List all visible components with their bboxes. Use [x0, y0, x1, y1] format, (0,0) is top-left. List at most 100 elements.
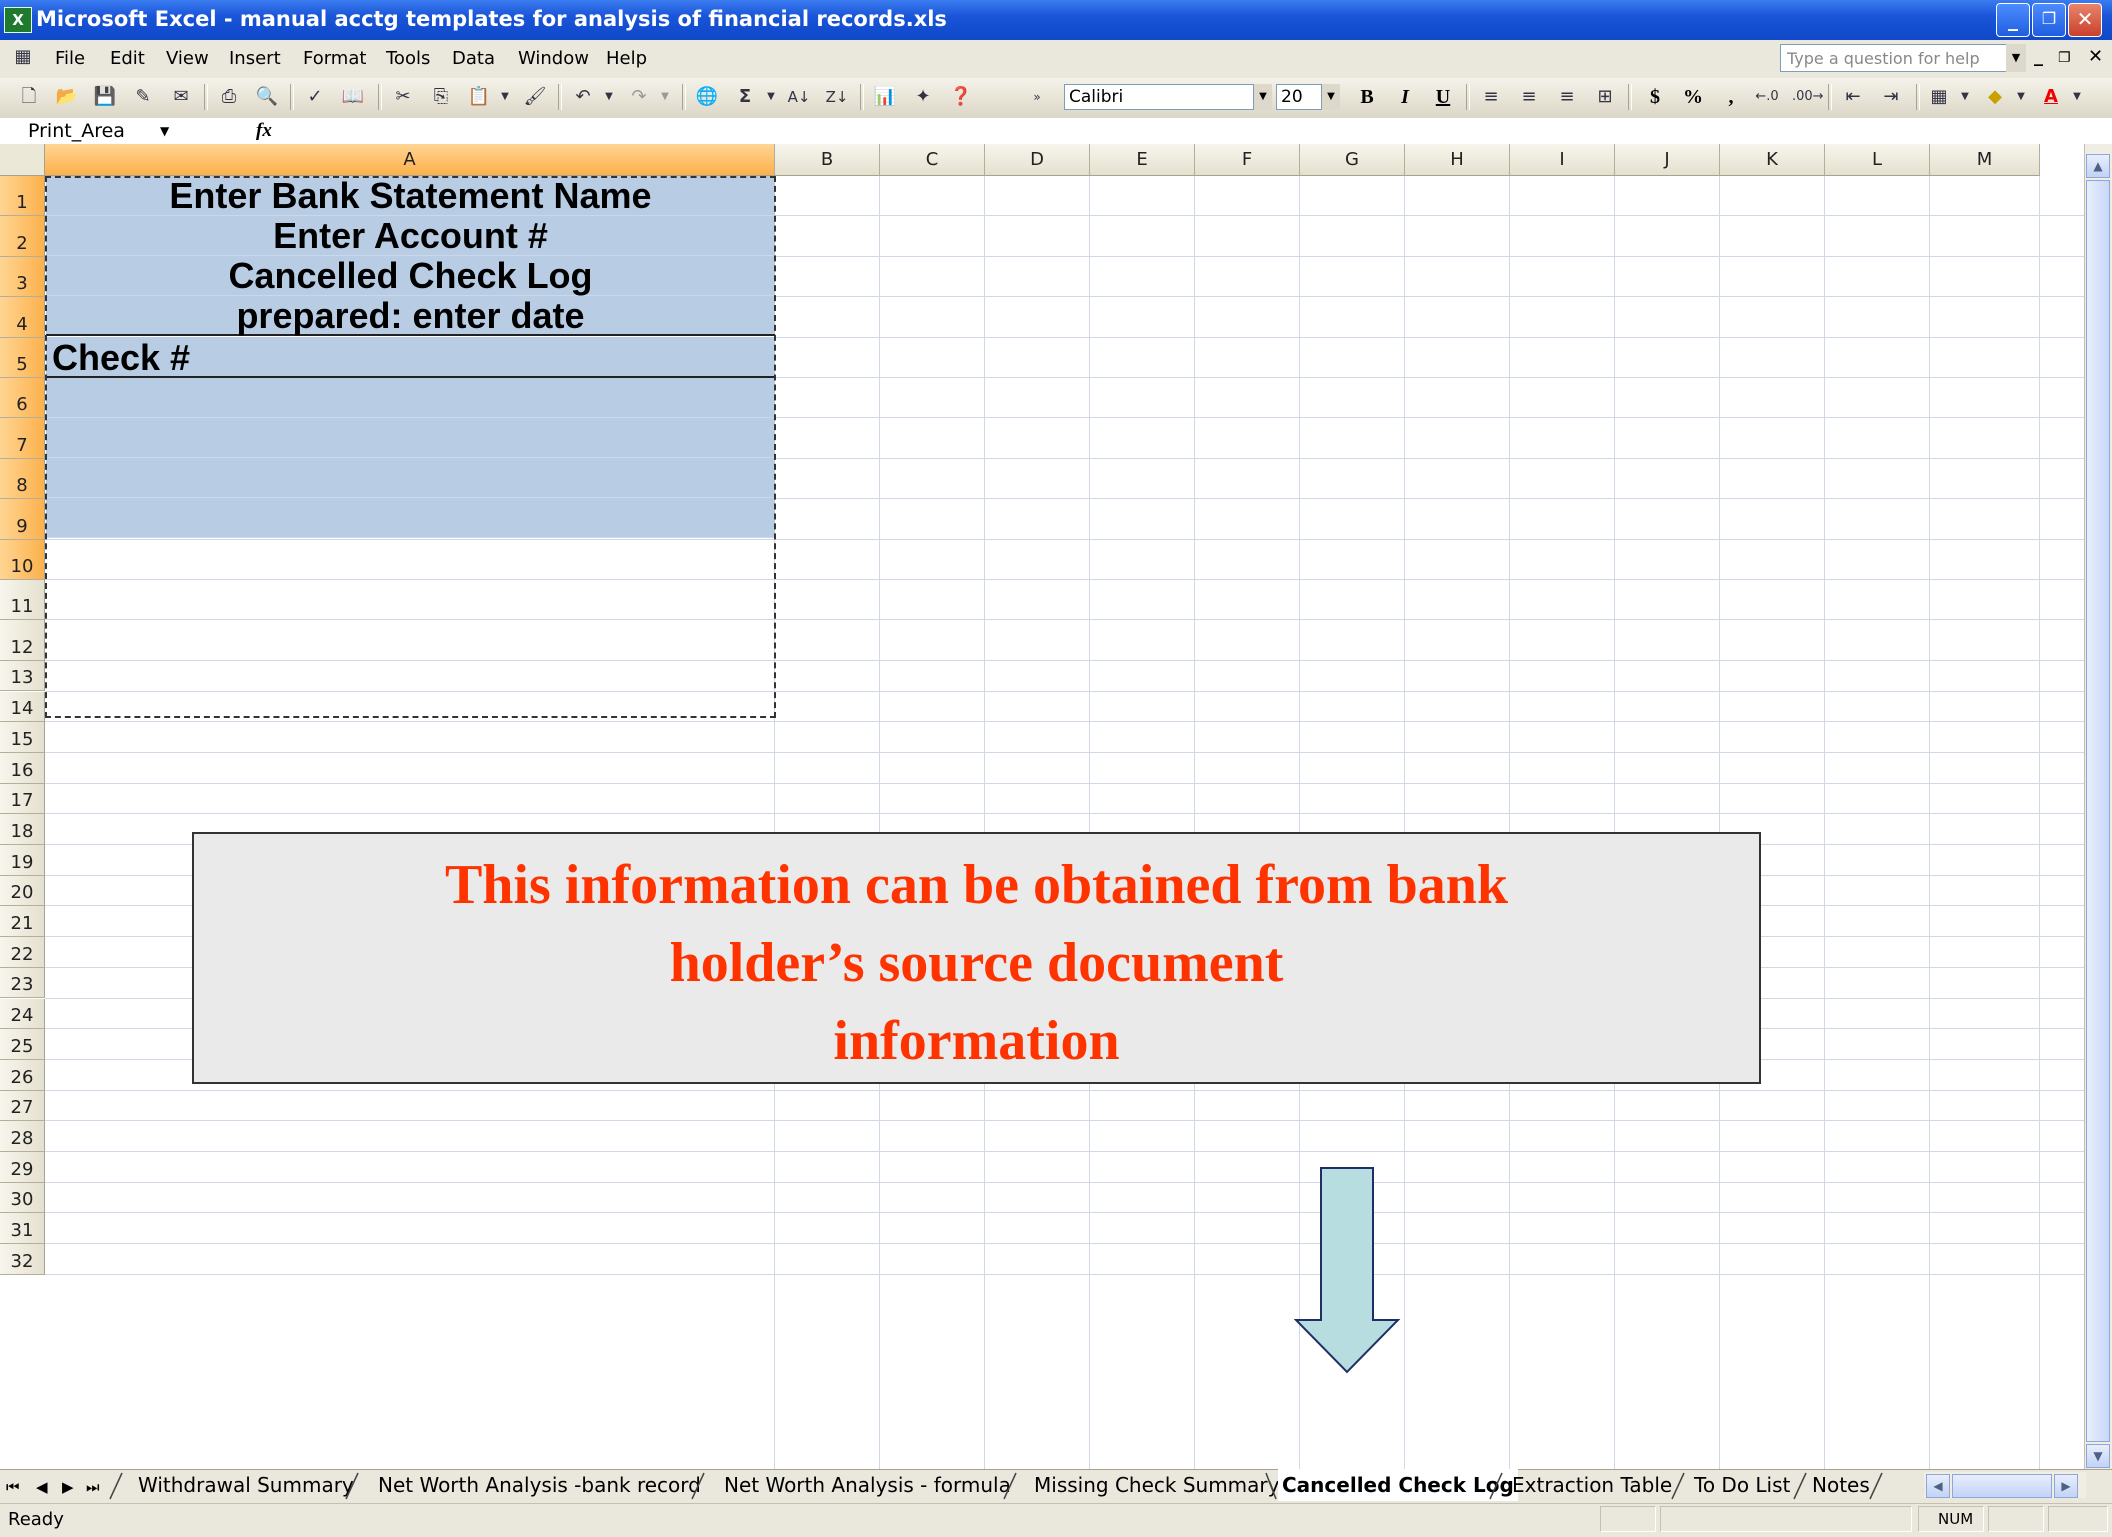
format-painter-icon[interactable]: 🖌 — [522, 84, 548, 110]
fill-color-dropdown-icon[interactable]: ▼ — [2008, 84, 2034, 110]
font-color-dropdown-icon[interactable]: ▼ — [2064, 84, 2090, 110]
ask-question-input[interactable]: Type a question for help — [1780, 44, 2010, 72]
increase-decimal-icon[interactable]: ←.0 — [1754, 84, 1780, 110]
align-center-icon[interactable]: ≡ — [1516, 84, 1542, 110]
row-header[interactable]: 16 — [0, 752, 45, 784]
comma-button[interactable]: , — [1716, 84, 1746, 110]
row-header[interactable]: 31 — [0, 1213, 45, 1245]
email-icon[interactable]: ✉ — [168, 84, 194, 110]
column-header[interactable]: K — [1720, 144, 1825, 176]
workbook-icon[interactable]: ▦ — [10, 44, 36, 70]
open-icon[interactable]: 📂 — [54, 84, 80, 110]
row-header[interactable]: 23 — [0, 967, 45, 999]
column-header[interactable]: B — [775, 144, 880, 176]
row-header[interactable]: 32 — [0, 1244, 45, 1275]
redo-dropdown-icon[interactable]: ▼ — [652, 84, 678, 110]
horizontal-scroll-thumb[interactable] — [1952, 1474, 2052, 1498]
restore-button[interactable]: ❐ — [2032, 3, 2066, 37]
paste-dropdown-icon[interactable]: ▼ — [492, 84, 518, 110]
excel-app-icon[interactable]: X — [4, 7, 32, 33]
row-header[interactable]: 3 — [0, 256, 45, 298]
fill-color-icon[interactable]: ◆ — [1982, 84, 2008, 110]
minimize-button[interactable]: _ — [1996, 3, 2030, 37]
research-icon[interactable]: 📖 — [340, 84, 366, 110]
row-header[interactable]: 4 — [0, 297, 45, 338]
help-dropdown-icon[interactable]: ▼ — [2006, 44, 2026, 72]
scroll-thumb[interactable] — [2086, 180, 2110, 1442]
column-header[interactable]: L — [1825, 144, 1930, 176]
sort-descending-icon[interactable]: Z↓ — [824, 84, 850, 110]
save-icon[interactable]: 💾 — [92, 84, 118, 110]
row-header[interactable]: 21 — [0, 906, 45, 938]
underline-button[interactable]: U — [1428, 84, 1458, 110]
permission-icon[interactable]: ✎ — [130, 84, 156, 110]
row-header[interactable]: 15 — [0, 722, 45, 753]
menu-help[interactable]: Help — [606, 48, 647, 69]
column-header[interactable]: E — [1090, 144, 1195, 176]
row-header[interactable]: 17 — [0, 783, 45, 815]
spelling-icon[interactable]: ✓ — [302, 84, 328, 110]
row-header[interactable]: 14 — [0, 691, 45, 723]
redo-icon[interactable]: ↷ — [626, 84, 652, 110]
chart-wizard-icon[interactable]: 📊 — [872, 84, 898, 110]
info-callout[interactable]: This information can be obtained from ba… — [192, 832, 1761, 1084]
row-header[interactable]: 7 — [0, 418, 45, 459]
row-header[interactable]: 28 — [0, 1121, 45, 1152]
menu-tools[interactable]: Tools — [386, 48, 430, 69]
mdi-close-icon[interactable]: ✕ — [2088, 46, 2103, 67]
font-color-icon[interactable]: A — [2038, 84, 2064, 110]
row-header[interactable]: 25 — [0, 1029, 45, 1060]
insert-function-icon[interactable]: fx — [256, 118, 272, 144]
row-header[interactable]: 30 — [0, 1182, 45, 1214]
column-header[interactable]: J — [1615, 144, 1720, 176]
menu-window[interactable]: Window — [518, 48, 589, 69]
column-header[interactable]: G — [1300, 144, 1405, 176]
autosum-dropdown-icon[interactable]: ▼ — [758, 84, 784, 110]
hyperlink-icon[interactable]: 🌐 — [694, 84, 720, 110]
row-header[interactable]: 27 — [0, 1090, 45, 1122]
worksheet-grid[interactable]: ABCDEFGHIJKLM 1 2 3 4 5 6 7 8 9 10 11 12 13 14 15 16 17 1… — [0, 144, 2084, 1469]
new-icon[interactable]: 🗋 — [16, 84, 42, 110]
scroll-up-icon[interactable]: ▲ — [2086, 154, 2110, 178]
row-header[interactable]: 8 — [0, 458, 45, 500]
undo-dropdown-icon[interactable]: ▼ — [596, 84, 622, 110]
decrease-decimal-icon[interactable]: .00→ — [1792, 84, 1824, 110]
borders-dropdown-icon[interactable]: ▼ — [1952, 84, 1978, 110]
align-left-icon[interactable]: ≡ — [1478, 84, 1504, 110]
name-box-dropdown-icon[interactable]: ▼ — [160, 124, 169, 138]
increase-indent-icon[interactable]: ⇥ — [1878, 84, 1904, 110]
mdi-minimize-icon[interactable]: _ — [2034, 46, 2043, 67]
italic-button[interactable]: I — [1390, 84, 1420, 110]
row-header[interactable]: 10 — [0, 539, 45, 580]
font-name-box[interactable]: Calibri — [1064, 84, 1254, 110]
name-box[interactable]: Print_Area — [0, 118, 185, 144]
merge-center-icon[interactable]: ⊞ — [1592, 84, 1618, 110]
bold-button[interactable]: B — [1352, 84, 1382, 110]
percent-button[interactable]: % — [1678, 84, 1708, 110]
copy-icon[interactable]: ⎘ — [428, 84, 454, 110]
close-button[interactable]: ✕ — [2068, 3, 2102, 37]
align-right-icon[interactable]: ≡ — [1554, 84, 1580, 110]
row-header[interactable]: 5 — [0, 337, 45, 378]
select-all-corner[interactable] — [0, 144, 45, 176]
column-header[interactable]: A — [45, 144, 775, 176]
font-size-box[interactable]: 20 — [1276, 84, 1322, 110]
print-icon[interactable]: ⎙ — [216, 84, 242, 110]
row-header[interactable]: 20 — [0, 875, 45, 907]
autosum-icon[interactable]: Σ — [732, 84, 758, 110]
row-header[interactable]: 29 — [0, 1152, 45, 1183]
print-preview-icon[interactable]: 🔍 — [254, 84, 280, 110]
row-header[interactable]: 19 — [0, 845, 45, 876]
row-header[interactable]: 24 — [0, 998, 45, 1030]
sort-ascending-icon[interactable]: A↓ — [786, 84, 812, 110]
down-arrow-shape[interactable] — [1294, 1166, 1402, 1374]
mdi-restore-icon[interactable]: ❐ — [2058, 50, 2071, 66]
decrease-indent-icon[interactable]: ⇤ — [1840, 84, 1866, 110]
toolbar-options-icon[interactable]: » — [1024, 84, 1050, 110]
row-header[interactable]: 12 — [0, 620, 45, 661]
row-header[interactable]: 11 — [0, 580, 45, 621]
drawing-icon[interactable]: ✦ — [910, 84, 936, 110]
cut-icon[interactable]: ✂ — [390, 84, 416, 110]
borders-icon[interactable]: ▦ — [1926, 84, 1952, 110]
column-header[interactable]: H — [1405, 144, 1510, 176]
